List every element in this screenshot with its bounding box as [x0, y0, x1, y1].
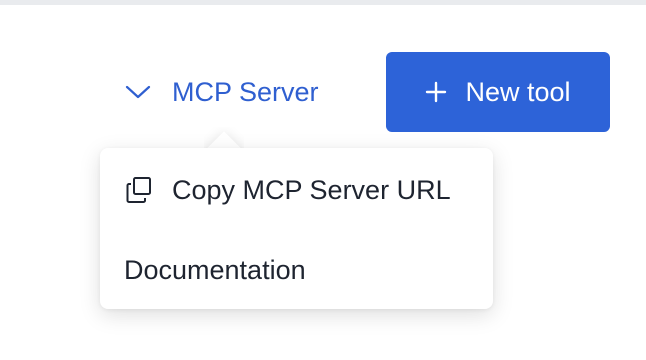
- documentation-item[interactable]: Documentation: [124, 252, 306, 288]
- top-border: [0, 0, 646, 5]
- copy-mcp-server-url-label: Copy MCP Server URL: [172, 174, 451, 205]
- new-tool-button[interactable]: New tool: [386, 52, 610, 132]
- new-tool-label: New tool: [465, 76, 571, 107]
- copy-mcp-server-url-item[interactable]: Copy MCP Server URL: [124, 172, 451, 208]
- chevron-down-icon: [124, 84, 152, 100]
- mcp-server-label: MCP Server: [172, 76, 319, 107]
- mcp-server-dropdown-menu: Copy MCP Server URL Documentation: [100, 148, 493, 309]
- plus-icon: [425, 81, 447, 103]
- copy-icon: [124, 175, 154, 205]
- mcp-server-dropdown-toggle[interactable]: MCP Server: [124, 70, 319, 114]
- documentation-label: Documentation: [124, 254, 306, 285]
